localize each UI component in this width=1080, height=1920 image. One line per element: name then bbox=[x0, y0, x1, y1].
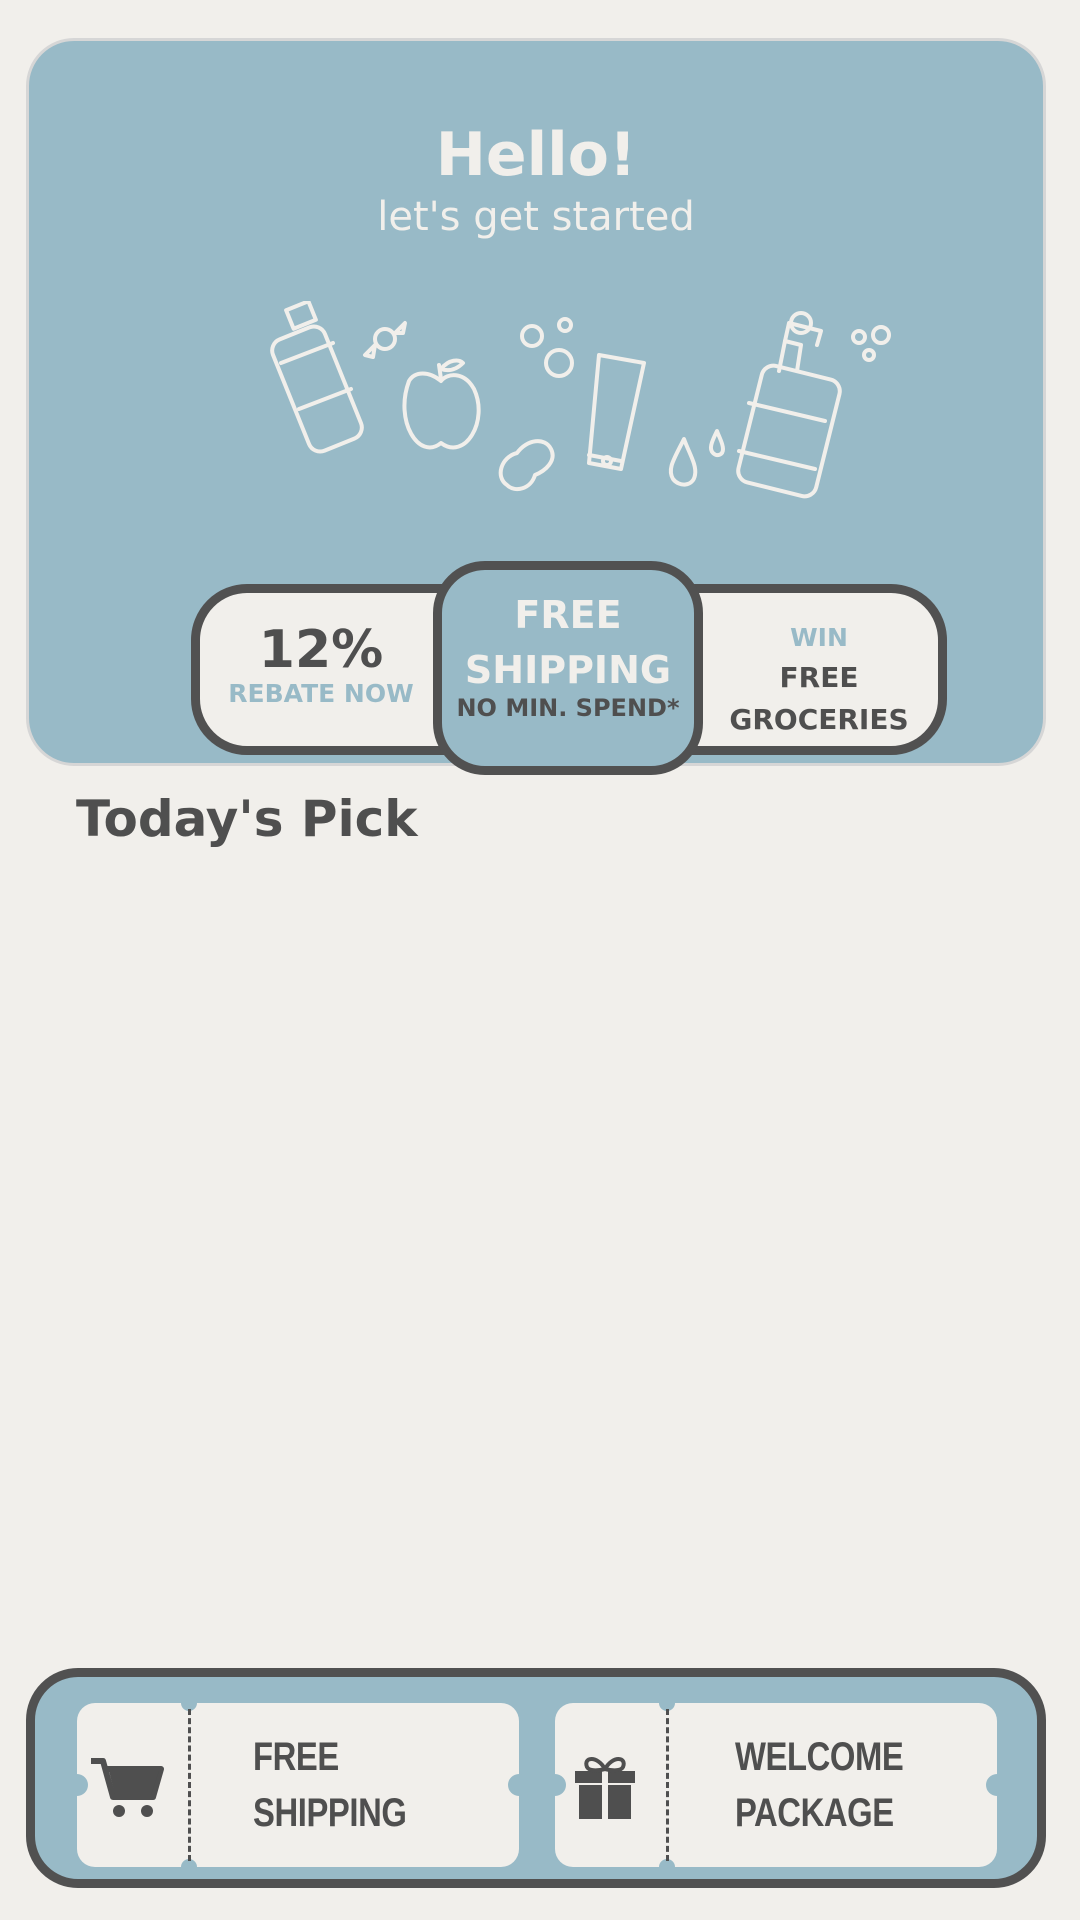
welcome-package-coupon[interactable]: WELCOME PACKAGE bbox=[544, 1695, 1008, 1875]
tube-icon bbox=[587, 353, 646, 471]
groceries-line2: GROCERIES bbox=[729, 702, 909, 736]
coupon-notch bbox=[659, 1859, 675, 1875]
min-spend-note: NO MIN. SPEND* bbox=[456, 694, 680, 722]
rebate-offer[interactable]: 12% REBATE NOW bbox=[201, 623, 441, 710]
coupon-line2: PACKAGE bbox=[735, 1791, 894, 1835]
offers-strip: 12% REBATE NOW FREE SHIPPING NO MIN. SPE… bbox=[191, 561, 947, 781]
coupon-notch bbox=[544, 1774, 566, 1796]
free-shipping-line1: FREE bbox=[514, 593, 622, 637]
candy-icon bbox=[363, 321, 407, 359]
droplets-icon bbox=[668, 429, 725, 487]
win-label: WIN bbox=[790, 623, 848, 652]
gift-icon bbox=[575, 1757, 635, 1819]
coupon-notch bbox=[66, 1774, 88, 1796]
coupon-label: FREE SHIPPING bbox=[253, 1729, 466, 1841]
groceries-offer[interactable]: WIN FREE GROCERIES bbox=[699, 619, 939, 741]
coupon-line1: FREE bbox=[253, 1735, 339, 1779]
rebate-label: REBATE NOW bbox=[228, 678, 414, 708]
cart-icon bbox=[91, 1758, 164, 1817]
coupon-notch bbox=[181, 1859, 197, 1875]
coupon-perforation bbox=[188, 1709, 191, 1861]
groceries-line1: FREE bbox=[779, 660, 859, 694]
hero-banner: Hello! let's get started 12% REBATE NOW … bbox=[26, 38, 1046, 775]
spray-bottle-icon bbox=[270, 301, 364, 454]
greeting-subtitle: let's get started bbox=[377, 194, 695, 240]
rebate-value: 12% bbox=[258, 620, 384, 680]
coupon-bar: FREE SHIPPING WELCOME PACKAGE bbox=[26, 1668, 1046, 1888]
products-illustration bbox=[270, 301, 891, 499]
free-shipping-coupon[interactable]: FREE SHIPPING bbox=[66, 1695, 530, 1875]
peanut-icon bbox=[498, 439, 555, 492]
coupon-label: WELCOME PACKAGE bbox=[735, 1729, 948, 1841]
bubbles-icon bbox=[520, 317, 574, 378]
section-title: Today's Pick bbox=[76, 790, 418, 848]
coupon-notch bbox=[508, 1774, 530, 1796]
greeting-title: Hello! bbox=[435, 120, 637, 190]
coupon-line1: WELCOME bbox=[735, 1735, 904, 1779]
free-shipping-offer[interactable]: FREE SHIPPING NO MIN. SPEND* bbox=[433, 561, 703, 775]
soap-dispenser-icon bbox=[736, 311, 891, 499]
apple-icon bbox=[402, 358, 481, 450]
free-shipping-title: FREE SHIPPING bbox=[442, 588, 694, 698]
coupon-line2: SHIPPING bbox=[253, 1791, 407, 1835]
coupon-perforation bbox=[666, 1709, 669, 1861]
free-shipping-line2: SHIPPING bbox=[464, 648, 672, 692]
coupon-notch bbox=[986, 1774, 1008, 1796]
